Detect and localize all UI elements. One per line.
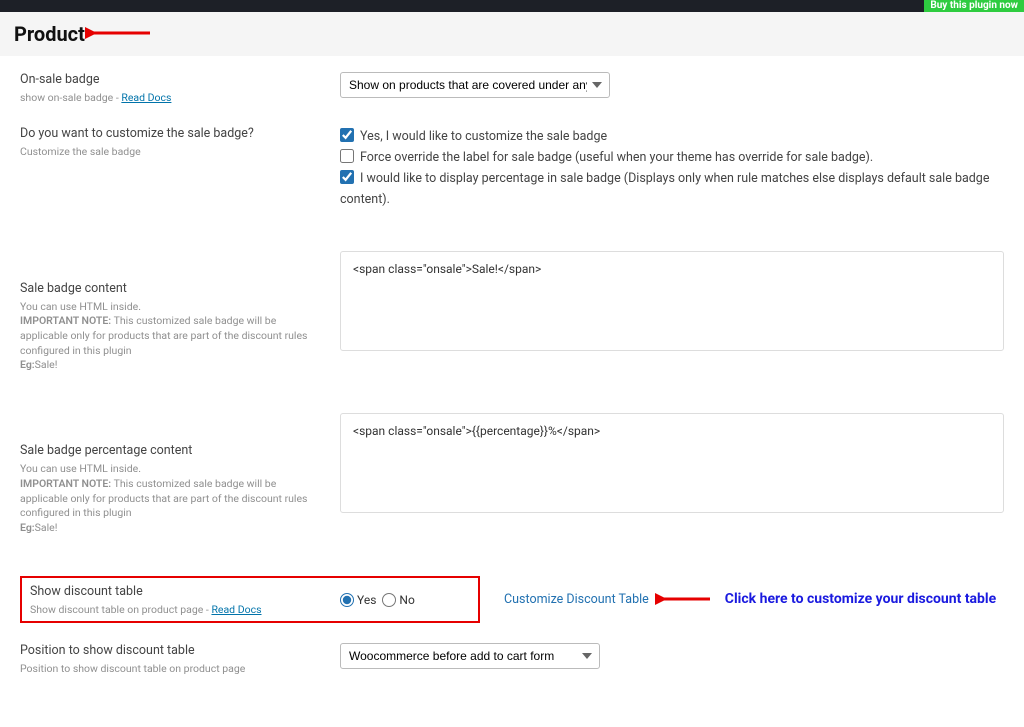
customize-opt1[interactable]: Yes, I would like to customize the sale … bbox=[340, 126, 1004, 147]
annotation-arrow-title bbox=[85, 24, 155, 42]
sale-badge-content-help: You can use HTML inside. IMPORTANT NOTE:… bbox=[20, 300, 320, 373]
onsale-badge-help: show on-sale badge - Read Docs bbox=[20, 91, 320, 106]
customize-opt1-checkbox[interactable] bbox=[340, 128, 354, 142]
discount-docs-link[interactable]: Read Docs bbox=[211, 603, 261, 616]
sale-badge-pct-label: Sale badge percentage content bbox=[20, 443, 320, 458]
discount-radio-yes[interactable] bbox=[340, 593, 354, 607]
position-help: Position to show discount table on produ… bbox=[20, 662, 320, 677]
discount-radio-yes-label[interactable]: Yes bbox=[340, 593, 376, 607]
onsale-docs-link[interactable]: Read Docs bbox=[121, 91, 171, 104]
customize-opt3-checkbox[interactable] bbox=[340, 170, 354, 184]
customize-opt2[interactable]: Force override the label for sale badge … bbox=[340, 147, 1004, 168]
annotation-redbox: Show discount table Show discount table … bbox=[20, 576, 480, 624]
customize-opt3[interactable]: I would like to display percentage in sa… bbox=[340, 168, 1004, 211]
position-select[interactable]: Woocommerce before add to cart form bbox=[340, 643, 600, 669]
discount-radio-no-label[interactable]: No bbox=[382, 593, 414, 607]
discount-table-label: Show discount table bbox=[30, 584, 320, 599]
position-label: Position to show discount table bbox=[20, 643, 320, 658]
page-title: Product bbox=[14, 22, 1010, 46]
onsale-badge-select[interactable]: Show on products that are covered under … bbox=[340, 72, 610, 98]
discount-radio-no[interactable] bbox=[382, 593, 396, 607]
section-header: Product bbox=[0, 12, 1024, 56]
annotation-arrow-customize bbox=[655, 592, 715, 606]
sale-badge-content-textarea[interactable] bbox=[340, 251, 1004, 351]
annotation-blue-note: Click here to customize your discount ta… bbox=[725, 591, 996, 607]
customize-opt2-checkbox[interactable] bbox=[340, 149, 354, 163]
sale-badge-pct-help: You can use HTML inside. IMPORTANT NOTE:… bbox=[20, 462, 320, 535]
buy-plugin-button[interactable]: Buy this plugin now bbox=[924, 0, 1024, 12]
customize-discount-table-link[interactable]: Customize Discount Table bbox=[504, 592, 649, 607]
customize-badge-help: Customize the sale badge bbox=[20, 145, 320, 160]
customize-badge-label: Do you want to customize the sale badge? bbox=[20, 126, 320, 141]
onsale-badge-label: On-sale badge bbox=[20, 72, 320, 87]
discount-table-help: Show discount table on product page - Re… bbox=[30, 603, 320, 618]
sale-badge-pct-textarea[interactable] bbox=[340, 413, 1004, 513]
sale-badge-content-label: Sale badge content bbox=[20, 281, 320, 296]
